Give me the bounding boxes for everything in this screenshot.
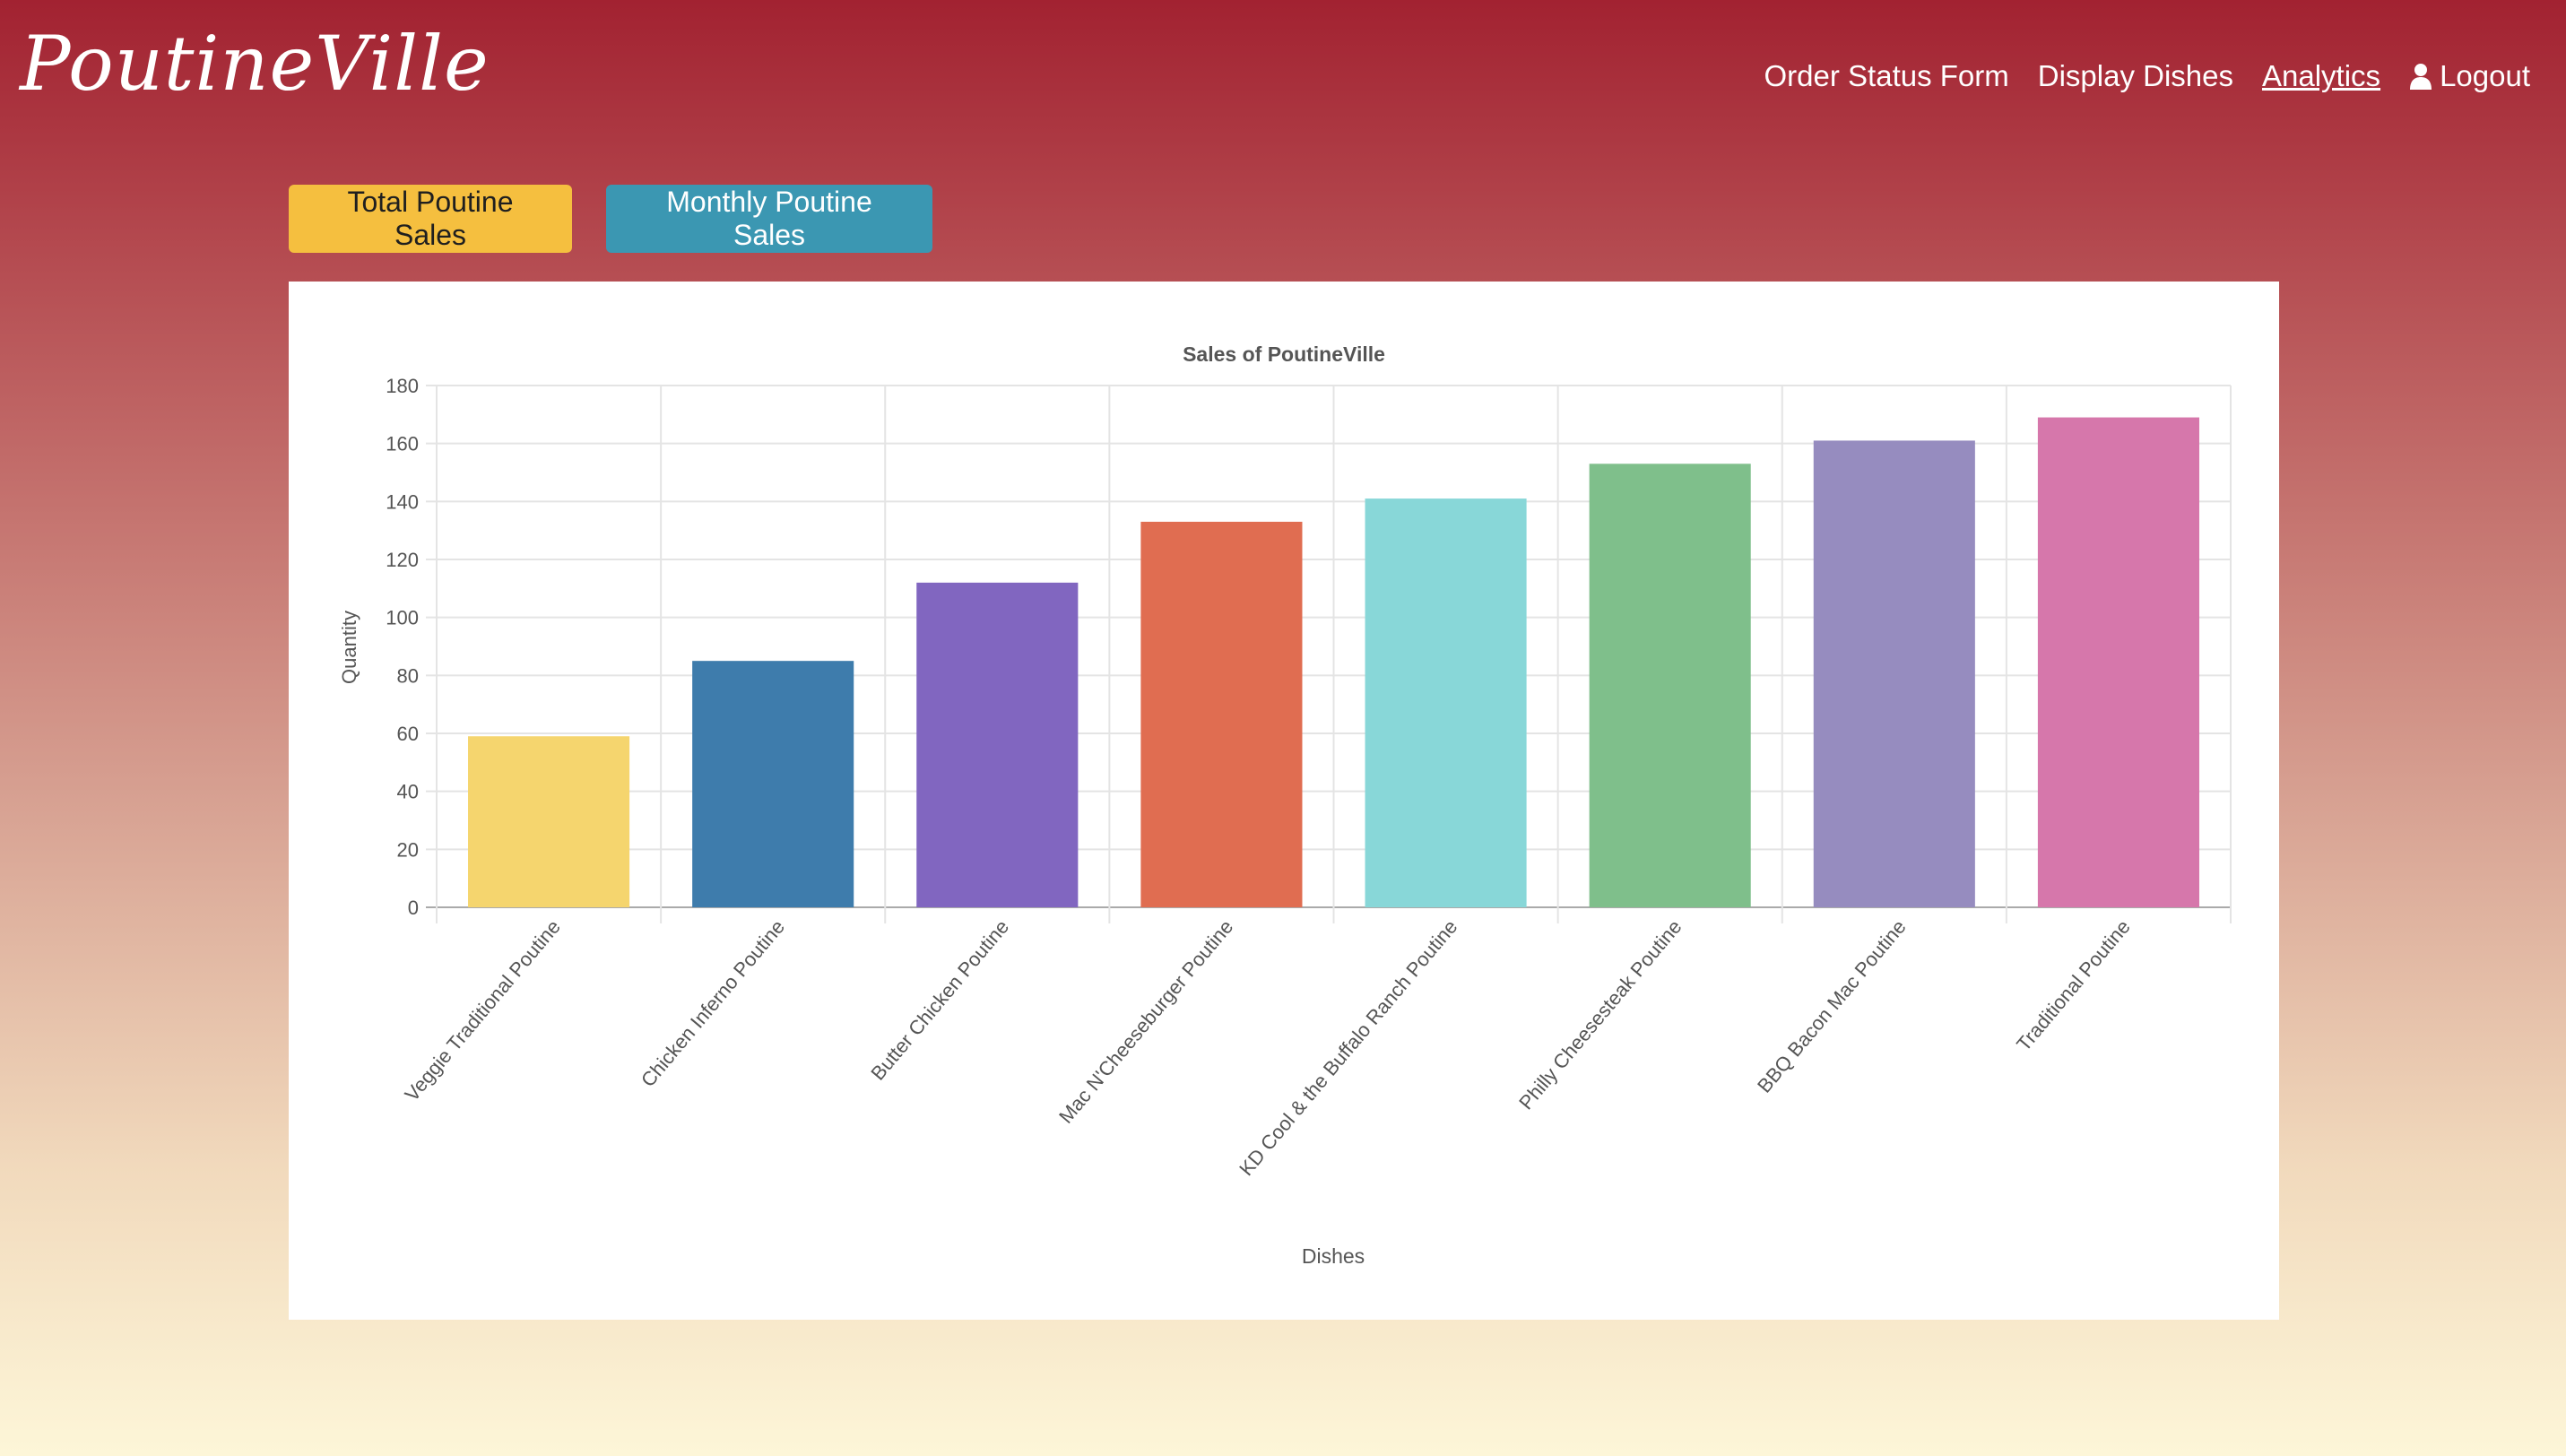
y-axis-label: Quantity bbox=[338, 611, 360, 684]
bar[interactable] bbox=[1589, 464, 1751, 907]
bar[interactable] bbox=[468, 736, 630, 907]
brand-logo[interactable]: PoutineVille bbox=[20, 20, 490, 108]
logout-link[interactable]: Logout bbox=[2409, 59, 2530, 93]
user-icon bbox=[2410, 64, 2432, 90]
x-tick-label: Traditional Poutine bbox=[2012, 915, 2135, 1055]
y-tick-label: 20 bbox=[397, 838, 419, 861]
nav-analytics[interactable]: Analytics bbox=[2262, 59, 2380, 93]
chart-card: 0 20 40 60 80 100 120 140 160 180 Veggie Tradition… bbox=[289, 282, 2279, 1320]
y-tick-label: 0 bbox=[408, 897, 419, 919]
bar[interactable] bbox=[916, 582, 1079, 907]
sales-bar-chart: 0 20 40 60 80 100 120 140 160 180 Veggie Tradition… bbox=[338, 342, 2232, 1268]
y-tick-label: 140 bbox=[386, 490, 419, 513]
top-nav: Order Status Form Display Dishes Analyti… bbox=[1764, 59, 2530, 93]
nav-order-status-form[interactable]: Order Status Form bbox=[1764, 59, 2009, 93]
y-tick-label: 40 bbox=[397, 781, 419, 803]
monthly-poutine-sales-button[interactable]: Monthly Poutine Sales bbox=[606, 185, 932, 253]
total-poutine-sales-button[interactable]: Total Poutine Sales bbox=[289, 185, 572, 253]
x-tick-label: Philly Cheesesteak Poutine bbox=[1514, 915, 1686, 1114]
x-tick-label: KD Cool & the Buffalo Ranch Poutine bbox=[1235, 915, 1461, 1180]
bar[interactable] bbox=[1140, 521, 1303, 907]
logout-label: Logout bbox=[2440, 59, 2530, 92]
y-tick-label: 180 bbox=[386, 375, 419, 397]
x-tick-label: Butter Chicken Poutine bbox=[866, 915, 1013, 1084]
x-axis-label: Dishes bbox=[1302, 1244, 1365, 1268]
x-tick-label: BBQ Bacon Mac Poutine bbox=[1753, 915, 1911, 1096]
bar[interactable] bbox=[692, 661, 854, 907]
x-tick-label: Veggie Traditional Poutine bbox=[400, 915, 564, 1105]
y-tick-label: 100 bbox=[386, 607, 419, 629]
bar[interactable] bbox=[1813, 440, 1975, 907]
y-tick-label: 160 bbox=[386, 433, 419, 455]
chart-title: Sales of PoutineVille bbox=[1183, 342, 1385, 366]
nav-display-dishes[interactable]: Display Dishes bbox=[2038, 59, 2233, 93]
y-tick-label: 60 bbox=[397, 723, 419, 745]
y-tick-label: 80 bbox=[397, 664, 419, 687]
x-tick-label: Mac N'Cheeseburger Poutine bbox=[1054, 915, 1237, 1128]
bar[interactable] bbox=[1365, 498, 1527, 907]
bar[interactable] bbox=[2037, 417, 2199, 907]
x-tick-label: Chicken Inferno Poutine bbox=[637, 915, 789, 1091]
y-tick-label: 120 bbox=[386, 549, 419, 571]
